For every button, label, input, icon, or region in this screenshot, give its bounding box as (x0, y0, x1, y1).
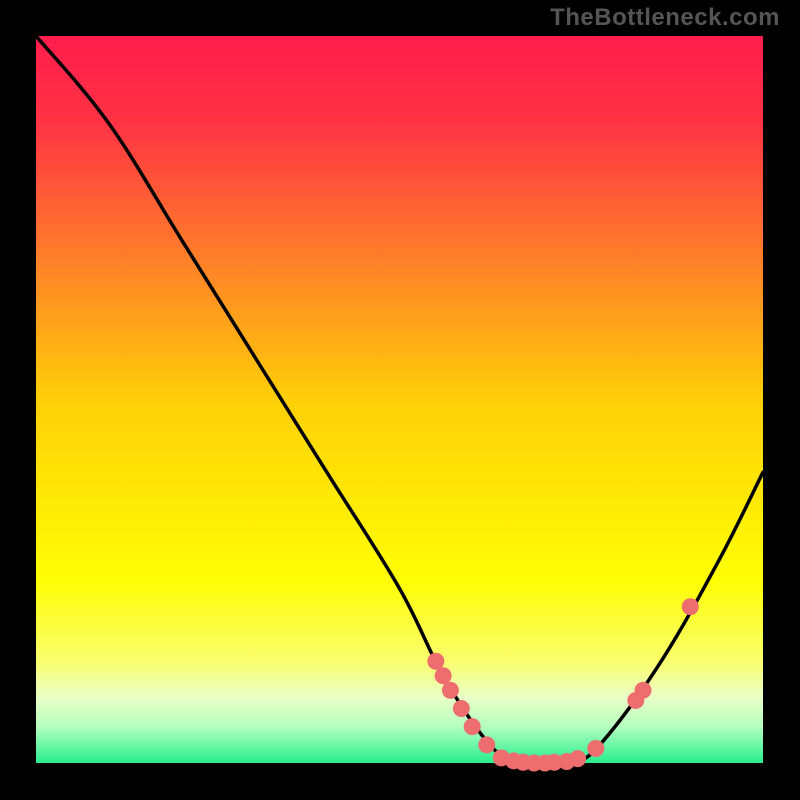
data-point (682, 598, 699, 615)
data-point (635, 682, 652, 699)
data-point (478, 736, 495, 753)
data-point (442, 682, 459, 699)
data-point (435, 667, 452, 684)
data-point (427, 653, 444, 670)
chart-container: TheBottleneck.com (0, 0, 800, 800)
data-point (464, 718, 481, 735)
data-point (569, 750, 586, 767)
data-point (453, 700, 470, 717)
chart-svg (0, 0, 800, 800)
data-point (587, 740, 604, 757)
chart-gradient-bg (36, 36, 763, 763)
